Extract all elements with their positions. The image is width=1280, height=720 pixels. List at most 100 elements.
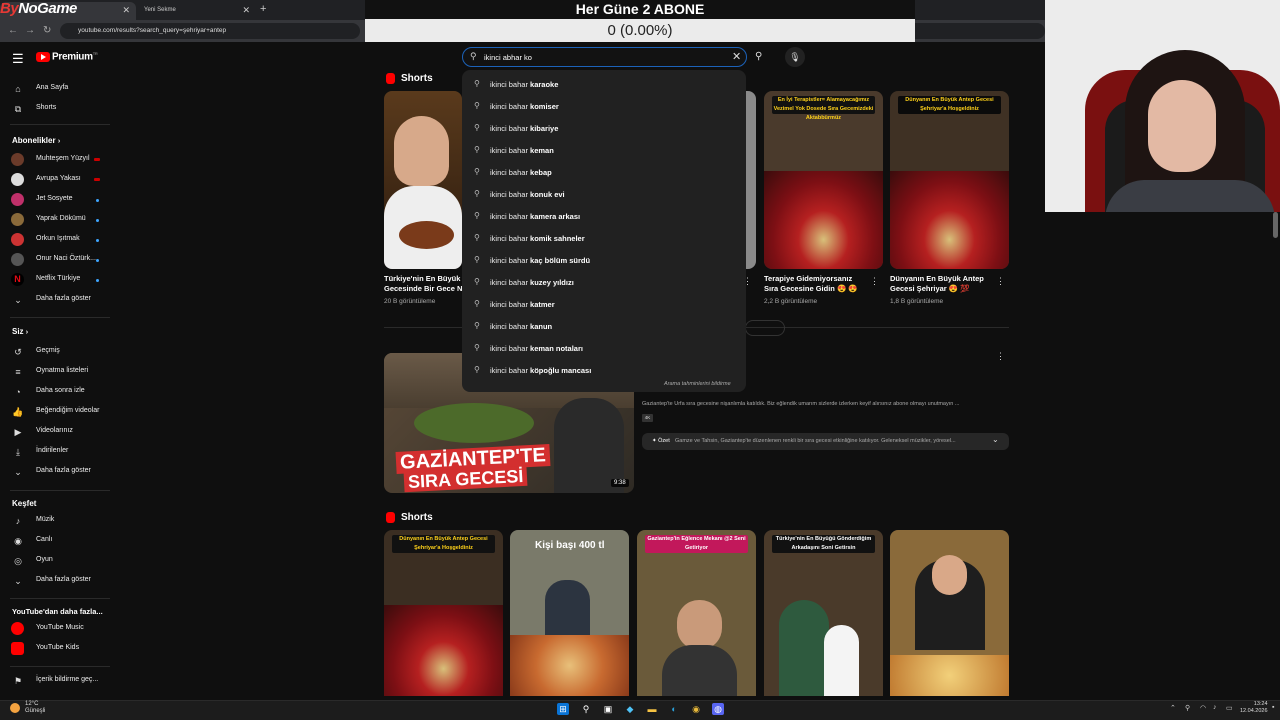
short-thumbnail[interactable]: Gaziantep'in Eğlence Mekanı @2 Seni Geti… — [637, 530, 756, 696]
system-clock[interactable]: 13:24 12.04.2026 — [1240, 701, 1268, 715]
history-icon: ↺ — [14, 347, 22, 357]
sidebar-item-shorts[interactable]: ⧉ Shorts — [0, 99, 115, 119]
scrollbar[interactable] — [1273, 212, 1278, 238]
copilot-icon[interactable]: ◆ — [624, 703, 636, 715]
battery-icon[interactable]: ▭ — [1226, 704, 1233, 712]
sidebar-sub-item[interactable]: Muhteşem Yüzyıl — [0, 150, 115, 170]
search-suggestion[interactable]: ⚲ ikinci bahar komik sahneler — [462, 227, 746, 249]
close-tab-icon[interactable]: ✕ — [122, 5, 130, 16]
sidebar-item-history[interactable]: ↺ Geçmiş — [0, 342, 115, 362]
channel-logo: ByNoGame — [0, 0, 77, 17]
search-icon: ⚲ — [474, 101, 480, 110]
search-suggestion[interactable]: ⚲ ikinci bahar kaç bölüm sürdü — [462, 249, 746, 271]
tray-chevron-icon[interactable]: ⌃ — [1170, 704, 1176, 712]
report-predictions-link[interactable]: Arama tahminlerini bildirme — [664, 381, 731, 387]
menu-icon[interactable]: ☰ — [12, 51, 24, 67]
search-icon: ⚲ — [474, 189, 480, 198]
search-suggestion[interactable]: ⚲ ikinci bahar kebap — [462, 161, 746, 183]
sidebar-sub-item[interactable]: Onur Naci Öztürk... — [0, 250, 115, 270]
chevron-down-icon: ⌄ — [14, 576, 22, 586]
voice-search-icon[interactable]: 🎙 — [785, 47, 805, 67]
back-icon[interactable]: ← — [8, 25, 18, 36]
sidebar-item-home[interactable]: ⌂ Ana Sayfa — [0, 79, 115, 99]
sidebar-item-playlists[interactable]: ≡ Oynatma listeleri — [0, 362, 115, 382]
sidebar-item-liked[interactable]: 👍 Beğendiğim videolar — [0, 402, 115, 422]
weather-icon[interactable] — [10, 703, 20, 713]
sidebar-sub-item[interactable]: Avrupa Yakası — [0, 170, 115, 190]
short-title[interactable]: Dünyanın En Büyük Antep Gecesi Şehriyar 😍… — [890, 274, 984, 294]
sidebar-item-report[interactable]: ⚑ İçerik bildirme geç... — [0, 671, 115, 691]
search-suggestion[interactable]: ⚲ ikinci bahar kuzey yıldızı — [462, 271, 746, 293]
sidebar-show-more[interactable]: ⌄ Daha fazla göster — [0, 290, 115, 310]
shorts-icon: ⧉ — [14, 104, 22, 114]
overlay-goal-progress: 0 (0.00%) — [365, 19, 915, 43]
search-suggestion[interactable]: ⚲ ikinci bahar köpoğlu mancası — [462, 359, 746, 381]
short-thumbnail[interactable] — [890, 530, 1009, 696]
sidebar-sub-item[interactable]: Orkun Işıtmak — [0, 230, 115, 250]
sidebar-show-more[interactable]: ⌄ Daha fazla göster — [0, 462, 115, 482]
short-thumbnail[interactable]: Türkiye'nin En Büyüğü Gönderdiğim Arkada… — [764, 530, 883, 696]
chrome-icon[interactable]: ◉ — [690, 703, 702, 715]
forward-icon[interactable]: → — [25, 25, 35, 36]
chevron-down-icon[interactable]: ⌄ — [992, 435, 999, 444]
tray-app-icon[interactable]: ⚲ — [1185, 704, 1190, 712]
sidebar-show-more[interactable]: ⌄ Daha fazla göster — [0, 571, 115, 591]
windows-taskbar — [0, 700, 1280, 720]
short-thumbnail[interactable] — [384, 91, 462, 269]
more-options-icon[interactable]: ⋮ — [870, 276, 879, 287]
new-tab-icon[interactable]: + — [260, 3, 266, 15]
address-bar[interactable]: youtube.com/results?search_query=şehriya… — [60, 23, 360, 39]
notification-icon[interactable]: ▪ — [1272, 704, 1274, 711]
close-tab-icon[interactable]: ✕ — [242, 5, 250, 16]
youtube-logo-icon[interactable] — [36, 52, 50, 62]
reload-icon[interactable]: ↻ — [43, 25, 51, 36]
subscriptions-header[interactable]: Abonelikler › — [12, 136, 60, 145]
youtube-premium-logo[interactable]: PremiumTR — [52, 51, 98, 62]
sidebar-item-live[interactable]: ◉ Canlı — [0, 531, 115, 551]
short-title[interactable]: Türkiye'nin En Büyük Ş Gecesinde Bir Gece… — [384, 274, 467, 294]
sidebar-sub-item[interactable]: Jet Sosyete — [0, 190, 115, 210]
edge-icon[interactable]: ◐ — [668, 703, 680, 715]
search-input[interactable] — [484, 49, 724, 65]
search-icon[interactable]: ⚲ — [580, 703, 592, 715]
task-view-icon[interactable]: ▣ — [602, 703, 614, 715]
volume-icon[interactable]: ♪ — [1213, 704, 1217, 711]
sidebar-item-watch-later[interactable]: ◔ Daha sonra izle — [0, 382, 115, 402]
search-button-icon[interactable]: ⚲ — [755, 51, 762, 62]
search-suggestion[interactable]: ⚲ ikinci bahar komiser — [462, 95, 746, 117]
clear-search-icon[interactable]: ✕ — [732, 50, 741, 63]
short-title[interactable]: Terapiye Gidemiyorsanız Sıra Gecesine Gid… — [764, 274, 858, 294]
wifi-icon[interactable]: ◠ — [1200, 704, 1206, 712]
discord-icon[interactable]: ◍ — [712, 703, 724, 715]
weather-widget[interactable]: 12°C Güneşli — [25, 701, 45, 715]
shorts-section-title: Shorts — [401, 73, 433, 84]
start-icon[interactable]: ⊞ — [557, 703, 569, 715]
sidebar-item-yt-kids[interactable]: YouTube Kids — [0, 639, 115, 659]
search-suggestion[interactable]: ⚲ ikinci bahar konuk evi — [462, 183, 746, 205]
search-suggestion[interactable]: ⚲ ikinci bahar karaoke — [462, 73, 746, 95]
search-suggestion[interactable]: ⚲ ikinci bahar keman — [462, 139, 746, 161]
sidebar-sub-item[interactable]: Yaprak Dökümü — [0, 210, 115, 230]
show-more-button[interactable] — [745, 320, 785, 336]
sidebar-sub-item[interactable]: N Netflix Türkiye — [0, 270, 115, 290]
file-explorer-icon[interactable]: ▬ — [646, 703, 658, 715]
browser-tab-active[interactable]: ByNoGame ✕ — [0, 0, 136, 20]
sidebar-item-music[interactable]: ♪ Müzik — [0, 511, 115, 531]
short-thumbnail[interactable]: Kişi başı 400 tl — [510, 530, 629, 696]
sidebar-item-yt-music[interactable]: YouTube Music — [0, 619, 115, 639]
search-suggestion[interactable]: ⚲ ikinci bahar keman notaları — [462, 337, 746, 359]
search-suggestion[interactable]: ⚲ ikinci bahar katmer — [462, 293, 746, 315]
sidebar-item-your-videos[interactable]: ▶ Videolarınız — [0, 422, 115, 442]
more-options-icon[interactable]: ⋮ — [996, 351, 1005, 362]
short-thumbnail[interactable]: Dünyanın En Büyük Antep Gecesi Şehriyar'… — [384, 530, 503, 696]
short-thumbnail[interactable]: En İyi Terapistler= Alamayacağımız Vezim… — [764, 91, 883, 269]
search-suggestion[interactable]: ⚲ ikinci bahar kanun — [462, 315, 746, 337]
browser-tab[interactable]: Yeni Sekme ✕ — [138, 2, 256, 20]
you-header[interactable]: Siz › — [12, 327, 28, 336]
sidebar-item-downloads[interactable]: ⤓ İndirilenler — [0, 442, 115, 462]
search-suggestion[interactable]: ⚲ ikinci bahar kibariye — [462, 117, 746, 139]
search-suggestion[interactable]: ⚲ ikinci bahar kamera arkası — [462, 205, 746, 227]
short-thumbnail[interactable]: Dünyanın En Büyük Antep Gecesi Şehriyar'… — [890, 91, 1009, 269]
more-options-icon[interactable]: ⋮ — [996, 276, 1005, 287]
sidebar-item-gaming[interactable]: ◎ Oyun — [0, 551, 115, 571]
